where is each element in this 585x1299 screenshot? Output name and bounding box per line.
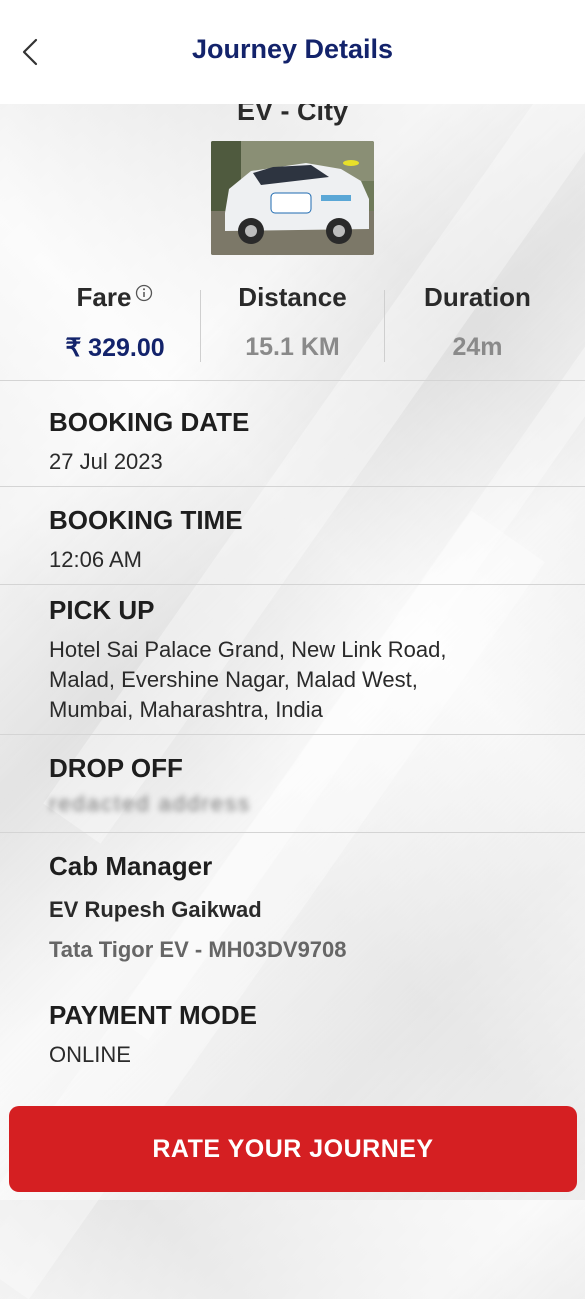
pickup-address-line2: Malad, Evershine Nagar, Malad West,	[49, 667, 418, 692]
dropoff-section: DROP OFF redacted address	[0, 734, 585, 833]
page-title: Journey Details	[191, 34, 394, 64]
driver-name: EV Rupesh Gaikwad	[49, 897, 262, 922]
distance-label: Distance	[238, 282, 347, 312]
dropoff-address-redacted: redacted address	[49, 791, 251, 816]
cab-manager-label: Cab Manager	[49, 851, 213, 881]
pickup-address-line3: Mumbai, Maharashtra, India	[49, 697, 323, 722]
booking-time-value: 12:06 AM	[49, 547, 142, 572]
stat-divider	[200, 290, 201, 362]
payment-section: PAYMENT MODE ONLINE	[0, 978, 585, 1088]
booking-date-label: BOOKING DATE	[49, 407, 250, 437]
info-icon[interactable]	[135, 284, 153, 302]
payment-mode-value: ONLINE	[49, 1042, 131, 1067]
payment-mode-label: PAYMENT MODE	[49, 1000, 258, 1030]
cab-manager-section: Cab Manager EV Rupesh Gaikwad Tata Tigor…	[0, 832, 585, 979]
rate-journey-button[interactable]: RATE YOUR JOURNEY	[9, 1106, 577, 1192]
pickup-section: PICK UP Hotel Sai Palace Grand, New Link…	[0, 584, 585, 735]
fare-stats: Fare ₹ 329.00 Distance 15.1 KM Duration …	[0, 282, 585, 372]
vehicle-number: Tata Tigor EV - MH03DV9708	[49, 937, 347, 962]
pickup-label: PICK UP	[49, 595, 155, 625]
duration-stat: Duration 24m	[390, 282, 565, 364]
fare-stat: Fare ₹ 329.00	[30, 282, 200, 364]
pickup-address-line1: Hotel Sai Palace Grand, New Link Road,	[49, 637, 447, 662]
dropoff-label: DROP OFF	[49, 753, 183, 783]
booking-time-section: BOOKING TIME 12:06 AM	[0, 486, 585, 585]
booking-date-value: 27 Jul 2023	[49, 449, 163, 474]
vehicle-image	[211, 141, 374, 255]
fare-value: ₹ 329.00	[65, 334, 165, 362]
app-header: Journey Details	[0, 0, 585, 104]
booking-date-section: BOOKING DATE 27 Jul 2023	[0, 380, 585, 487]
duration-value: 24m	[452, 333, 503, 361]
distance-stat: Distance 15.1 KM	[205, 282, 380, 364]
distance-value: 15.1 KM	[245, 333, 340, 361]
booking-time-label: BOOKING TIME	[49, 505, 243, 535]
stat-divider	[384, 290, 385, 362]
fare-label: Fare	[76, 282, 132, 312]
duration-label: Duration	[424, 282, 531, 312]
